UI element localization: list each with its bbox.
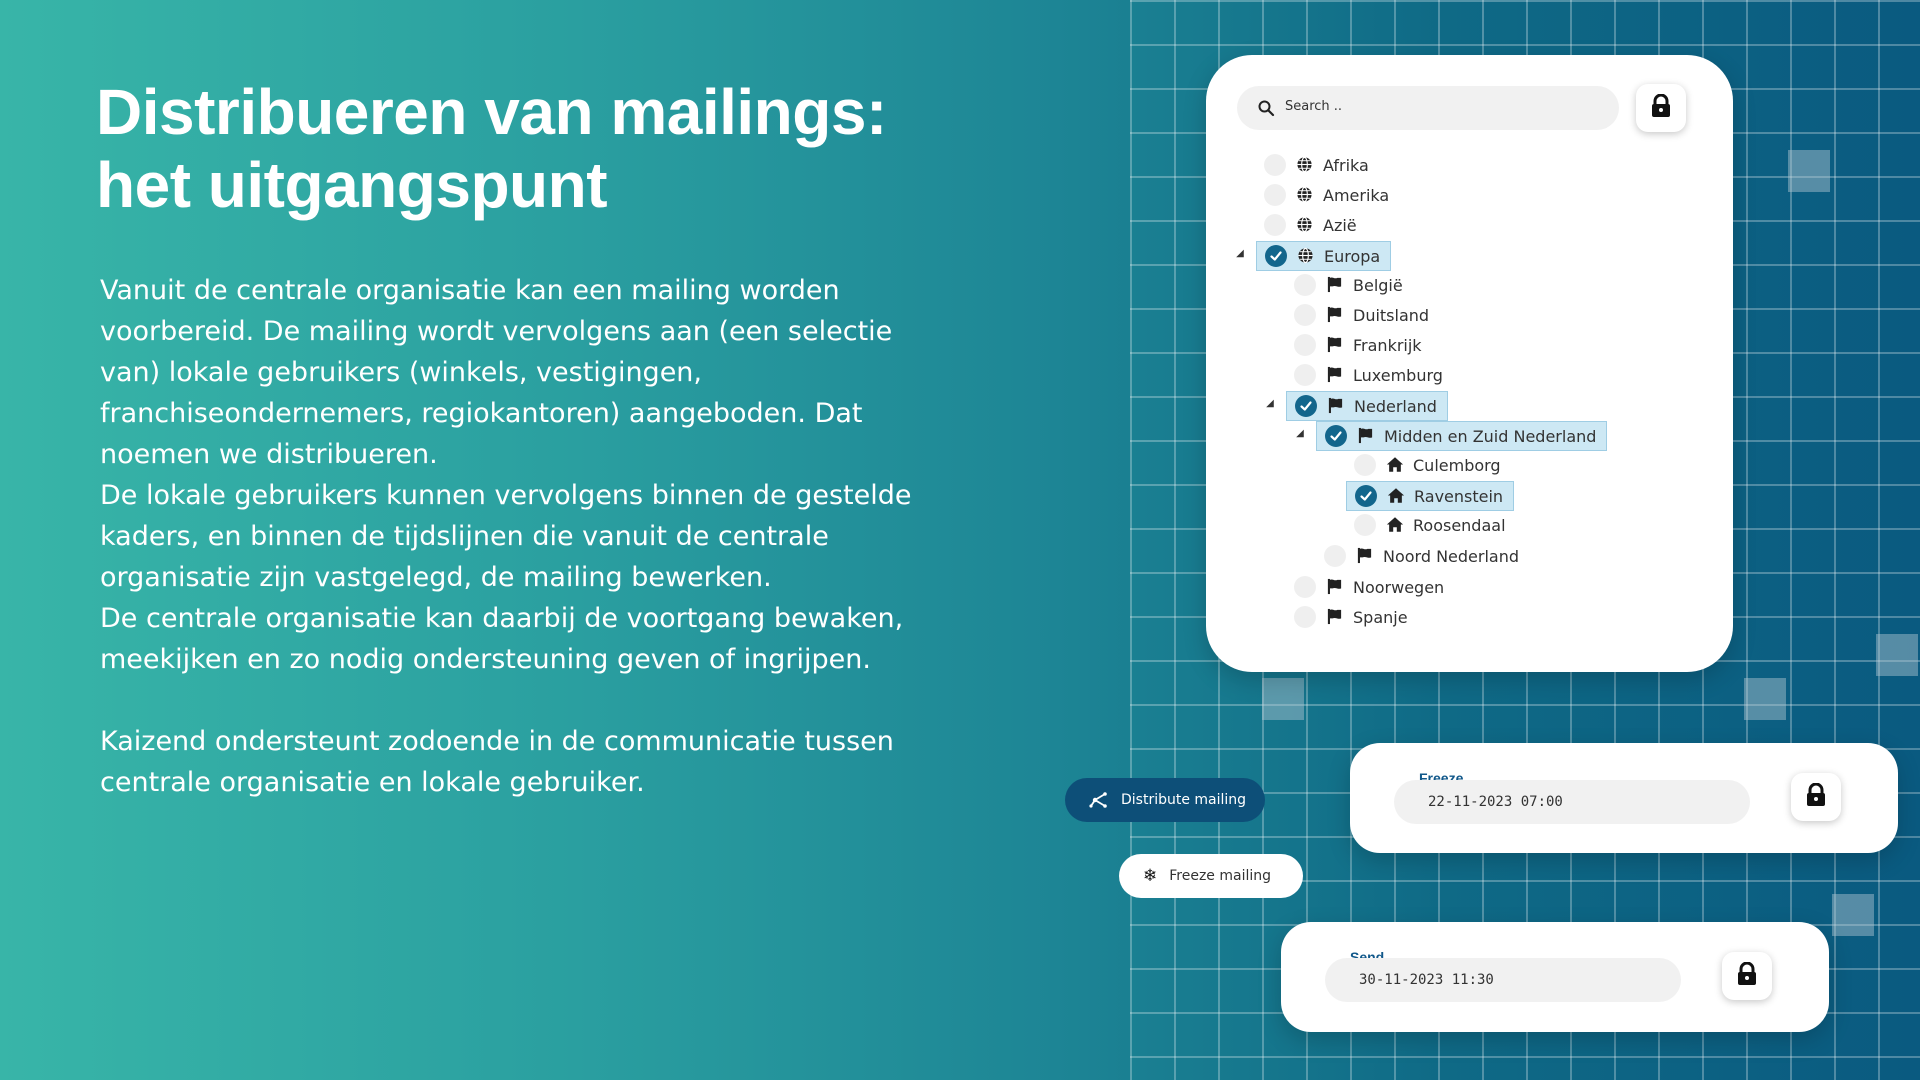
tree-item-label: Roosendaal (1413, 515, 1506, 535)
tree-item-label: Amerika (1323, 185, 1390, 205)
expand-toggle-icon[interactable]: ◢ (1264, 398, 1276, 409)
expand-toggle-icon[interactable]: ◢ (1234, 248, 1246, 259)
checkbox[interactable] (1294, 274, 1316, 296)
flag-icon (1326, 336, 1344, 354)
search-icon (1257, 99, 1275, 117)
tree-item-label: Noorwegen (1353, 577, 1445, 597)
grid-highlight-tile (1788, 150, 1830, 192)
freeze-lock-button[interactable] (1791, 773, 1841, 821)
tree-item-belgië[interactable]: België (1286, 271, 1407, 299)
freeze-datetime-field[interactable]: 22-11-2023 07:00 (1394, 780, 1750, 824)
tree-item-label: Frankrijk (1353, 335, 1422, 355)
lock-icon (1650, 93, 1672, 122)
tree-item-europa[interactable]: Europa (1256, 241, 1392, 271)
checkbox[interactable] (1324, 545, 1346, 567)
tree-item-label: Ravenstein (1414, 486, 1504, 506)
tree-item-label: Azië (1323, 215, 1357, 235)
checkbox[interactable] (1294, 334, 1316, 356)
tree-item-nederland[interactable]: Nederland (1286, 391, 1448, 421)
checkbox[interactable] (1265, 245, 1287, 267)
freeze-mailing-label: Freeze mailing (1169, 868, 1272, 884)
search-input[interactable]: Search .. (1237, 86, 1619, 130)
tree-item-roosendaal[interactable]: Roosendaal (1346, 511, 1510, 539)
tree-item-culemborg[interactable]: Culemborg (1346, 451, 1505, 479)
flag-icon (1326, 276, 1344, 294)
globe-icon (1296, 216, 1314, 234)
distribute-icon (1089, 790, 1109, 810)
tree-item-spanje[interactable]: Spanje (1286, 603, 1412, 631)
tree-item-label: Europa (1324, 246, 1381, 266)
local-users-paragraph: De lokale gebruikers kunnen vervolgens b… (100, 480, 912, 593)
grid-highlight-tile (1876, 634, 1918, 676)
flag-icon (1326, 578, 1344, 596)
globe-icon (1296, 186, 1314, 204)
distribute-mailing-button[interactable]: Distribute mailing (1065, 778, 1265, 822)
flag-icon (1327, 397, 1345, 415)
tree-item-label: Afrika (1323, 155, 1369, 175)
distribute-mailing-label: Distribute mailing (1121, 792, 1247, 808)
checkbox[interactable] (1294, 304, 1316, 326)
checkbox[interactable] (1294, 606, 1316, 628)
send-datetime-field[interactable]: 30-11-2023 11:30 (1325, 958, 1681, 1002)
flag-icon (1326, 608, 1344, 626)
snowflake-icon: ❄ (1143, 866, 1158, 886)
checkbox[interactable] (1264, 184, 1286, 206)
tree-item-label: Spanje (1353, 607, 1408, 627)
tree-item-label: Nederland (1354, 396, 1437, 416)
checkbox[interactable] (1295, 395, 1317, 417)
checkbox[interactable] (1294, 364, 1316, 386)
send-lock-button[interactable] (1722, 952, 1772, 1000)
checkbox[interactable] (1294, 576, 1316, 598)
flag-icon (1326, 366, 1344, 384)
home-icon (1386, 516, 1404, 534)
grid-highlight-tile (1262, 678, 1304, 720)
flag-icon (1326, 306, 1344, 324)
checkbox[interactable] (1355, 485, 1377, 507)
intro-paragraph: Vanuit de centrale organisatie kan een m… (100, 275, 893, 470)
checkbox[interactable] (1264, 214, 1286, 236)
expand-toggle-icon[interactable]: ◢ (1294, 428, 1306, 439)
home-icon (1387, 487, 1405, 505)
tree-item-label: Noord Nederland (1383, 546, 1520, 566)
checkbox[interactable] (1264, 154, 1286, 176)
tree-item-ravenstein[interactable]: Ravenstein (1346, 481, 1515, 511)
tree-item-frankrijk[interactable]: Frankrijk (1286, 331, 1426, 359)
lock-icon (1736, 961, 1758, 990)
tree-item-label: Midden en Zuid Nederland (1384, 426, 1597, 446)
globe-icon (1296, 156, 1314, 174)
checkbox[interactable] (1354, 514, 1376, 536)
tree-item-label: Luxemburg (1353, 365, 1443, 385)
grid-highlight-tile (1832, 894, 1874, 936)
tree-item-luxemburg[interactable]: Luxemburg (1286, 361, 1447, 389)
tree-item-midden-en-zuid-nederland[interactable]: Midden en Zuid Nederland (1316, 421, 1608, 451)
tree-item-afrika[interactable]: Afrika (1256, 151, 1373, 179)
tree-item-noord-nederland[interactable]: Noord Nederland (1316, 542, 1523, 570)
flag-icon (1357, 427, 1375, 445)
tree-item-amerika[interactable]: Amerika (1256, 181, 1393, 209)
globe-icon (1297, 247, 1315, 265)
lock-button[interactable] (1636, 84, 1686, 132)
home-icon (1386, 456, 1404, 474)
search-placeholder: Search .. (1285, 99, 1343, 114)
tree-item-label: Culemborg (1413, 455, 1501, 475)
freeze-mailing-button[interactable]: ❄ Freeze mailing (1119, 854, 1303, 898)
tree-item-label: Duitsland (1353, 305, 1430, 325)
checkbox[interactable] (1325, 425, 1347, 447)
central-org-paragraph: De centrale organisatie kan daarbij de v… (100, 603, 904, 675)
lock-icon (1805, 782, 1827, 811)
kaizend-paragraph: Kaizend ondersteunt zodoende in de commu… (100, 726, 894, 798)
page-title: Distribueren van mailings: het uitgangsp… (96, 76, 887, 221)
checkbox[interactable] (1354, 454, 1376, 476)
tree-item-noorwegen[interactable]: Noorwegen (1286, 573, 1448, 601)
grid-highlight-tile (1744, 678, 1786, 720)
flag-icon (1356, 547, 1374, 565)
tree-item-duitsland[interactable]: Duitsland (1286, 301, 1433, 329)
tree-item-azië[interactable]: Azië (1256, 211, 1361, 239)
tree-item-label: België (1353, 275, 1403, 295)
